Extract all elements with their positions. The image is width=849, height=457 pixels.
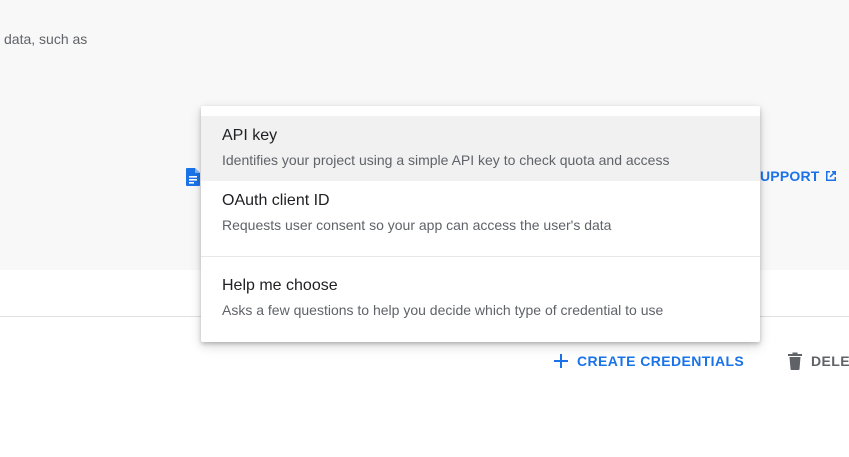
support-link-label: UPPORT bbox=[760, 168, 820, 184]
create-credentials-menu: API key Identifies your project using a … bbox=[201, 106, 760, 342]
open-in-new-icon bbox=[825, 171, 836, 181]
trash-icon bbox=[788, 352, 802, 370]
document-icon bbox=[184, 167, 202, 187]
menu-item-title: Help me choose bbox=[222, 277, 338, 294]
intro-text: data, such as bbox=[4, 31, 88, 47]
menu-item-title: API key bbox=[222, 127, 278, 144]
menu-item-description: Requests user consent so your app can ac… bbox=[222, 217, 612, 233]
menu-item-help-me-choose[interactable]: Help me choose Asks a few questions to h… bbox=[201, 256, 760, 332]
plus-icon bbox=[554, 354, 568, 368]
delete-label: DELE bbox=[811, 353, 849, 369]
delete-button[interactable]: DELE bbox=[787, 349, 849, 373]
menu-item-description: Identifies your project using a simple A… bbox=[222, 152, 670, 168]
menu-item-api-key[interactable]: API key Identifies your project using a … bbox=[201, 116, 760, 181]
menu-item-oauth-client-id[interactable]: OAuth client ID Requests user consent so… bbox=[201, 181, 760, 256]
create-credentials-button[interactable]: CREATE CREDENTIALS bbox=[553, 349, 744, 373]
create-credentials-label: CREATE CREDENTIALS bbox=[577, 353, 745, 369]
menu-item-description: Asks a few questions to help you decide … bbox=[222, 302, 664, 318]
menu-item-title: OAuth client ID bbox=[222, 192, 330, 209]
support-link[interactable]: UPPORT bbox=[760, 168, 838, 184]
